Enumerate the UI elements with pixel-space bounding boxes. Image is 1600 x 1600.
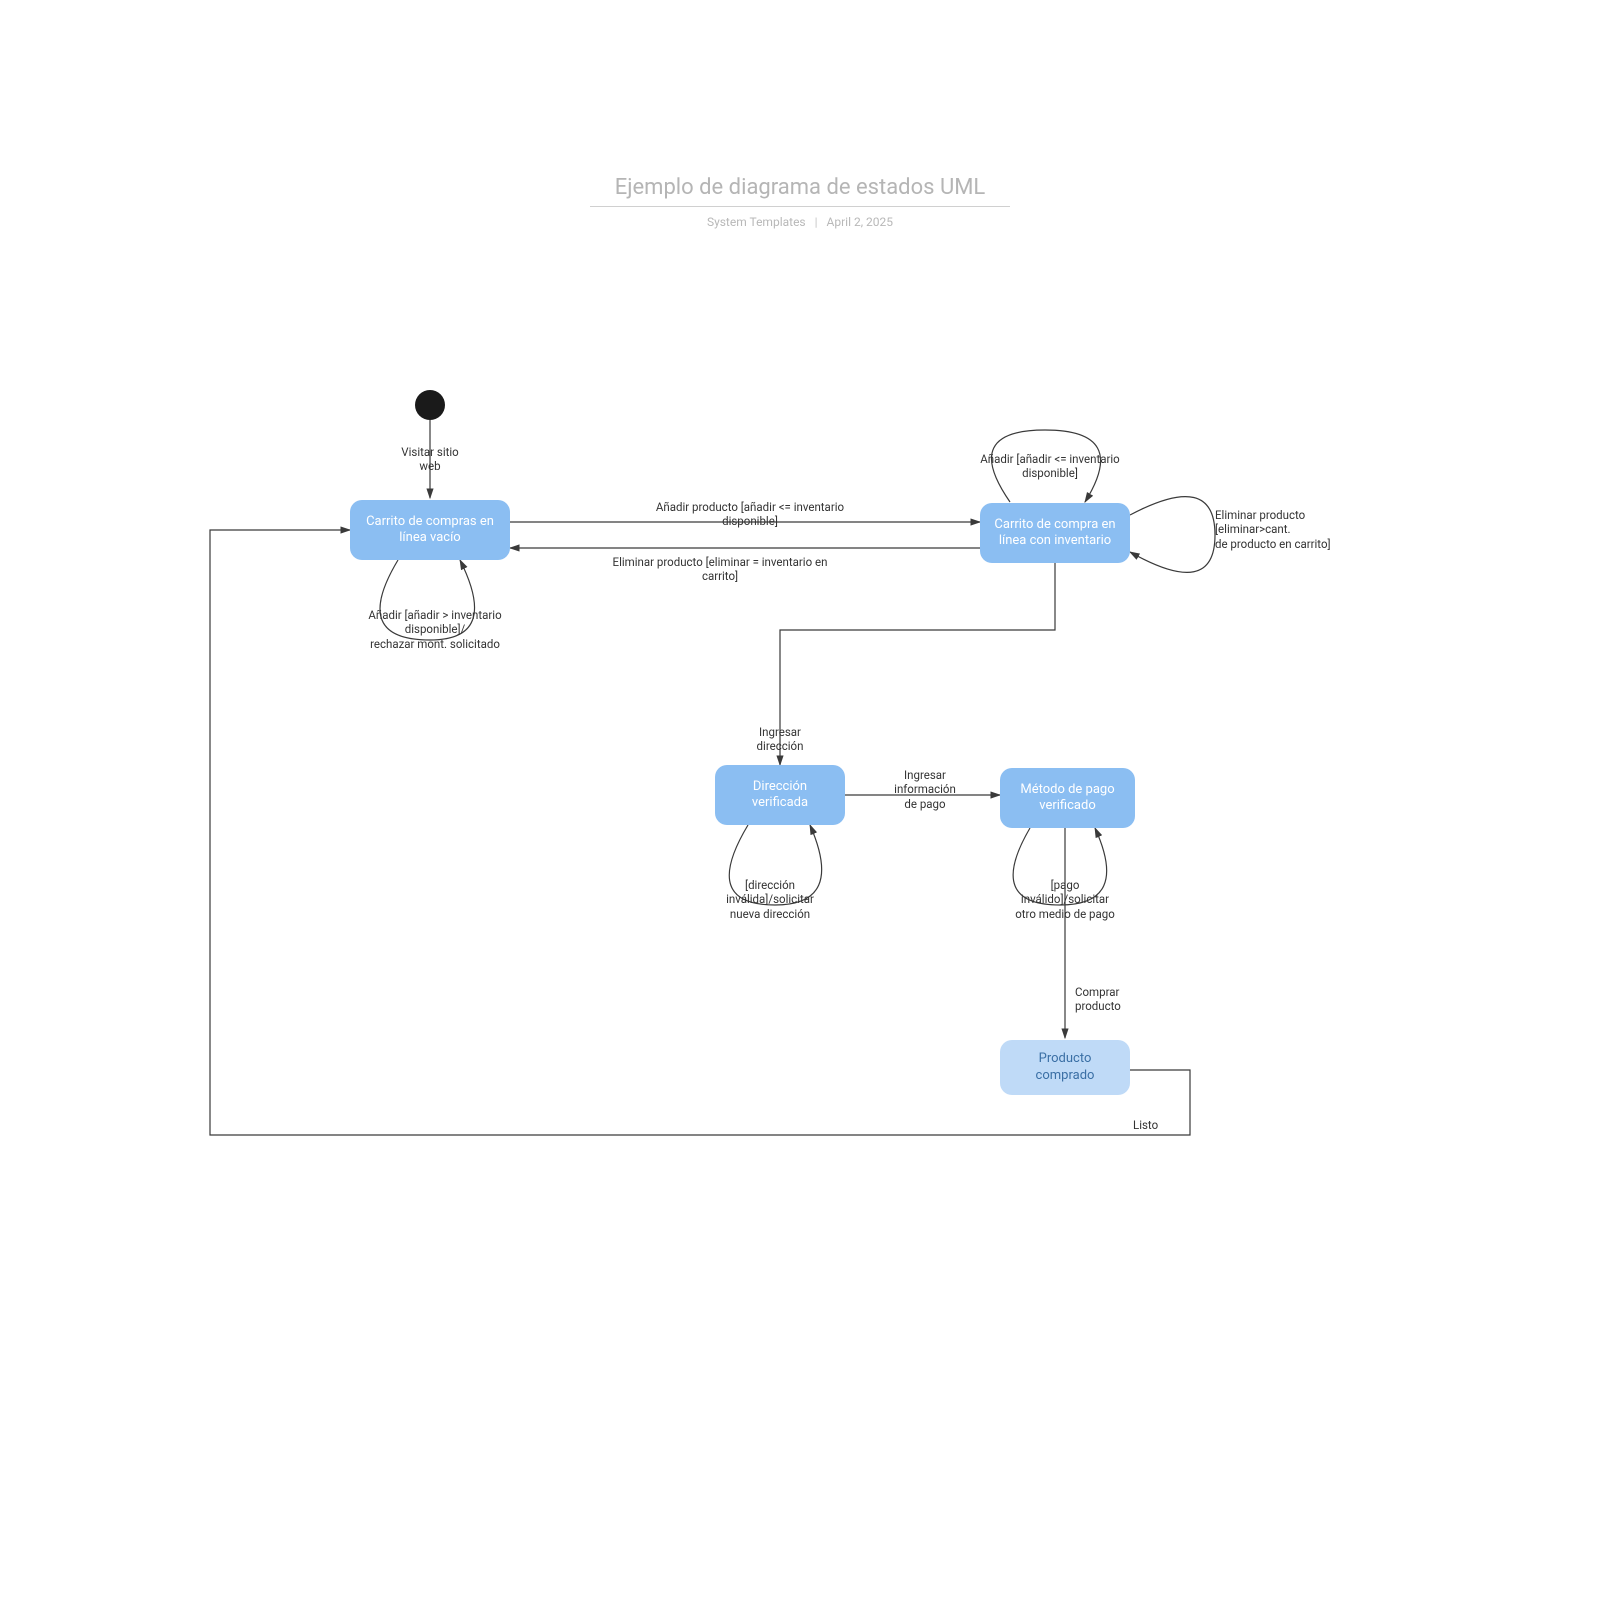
state-purchased-label: Producto comprado <box>1010 1051 1120 1084</box>
state-address-verified: Dirección verificada <box>715 765 845 825</box>
label-add-leq-inv-self: Añadir [añadir <= inventario disponible] <box>960 452 1140 481</box>
state-empty-cart-label: Carrito de compras en línea vacío <box>360 514 500 547</box>
label-add-reject-self: Añadir [añadir > inventario disponible]/… <box>345 608 525 651</box>
state-empty-cart: Carrito de compras en línea vacío <box>350 500 510 560</box>
state-address-verified-label: Dirección verificada <box>725 779 835 812</box>
label-invalid-payment: [pago inválido]/solicitar otro medio de … <box>990 878 1140 921</box>
state-cart-with-inventory-label: Carrito de compra en línea con inventari… <box>990 517 1120 550</box>
label-visit-web: Visitar sitio web <box>395 445 465 474</box>
state-payment-verified-label: Método de pago verificado <box>1010 782 1125 815</box>
label-enter-address: Ingresar dirección <box>740 725 820 754</box>
state-payment-verified: Método de pago verificado <box>1000 768 1135 828</box>
state-cart-with-inventory: Carrito de compra en línea con inventari… <box>980 503 1130 563</box>
initial-state <box>415 390 445 420</box>
state-purchased: Producto comprado <box>1000 1040 1130 1095</box>
label-remove-product-eq: Eliminar producto [eliminar = inventario… <box>570 555 870 584</box>
label-remove-gt-cant-self: Eliminar producto [eliminar>cant. de pro… <box>1215 508 1365 551</box>
label-done: Listo <box>1133 1118 1183 1132</box>
label-enter-payment: Ingresar información de pago <box>880 768 970 811</box>
label-buy-product: Comprar producto <box>1075 985 1145 1014</box>
label-add-product: Añadir producto [añadir <= inventario di… <box>610 500 890 529</box>
label-invalid-address: [dirección inválida]/solicitar nueva dir… <box>700 878 840 921</box>
